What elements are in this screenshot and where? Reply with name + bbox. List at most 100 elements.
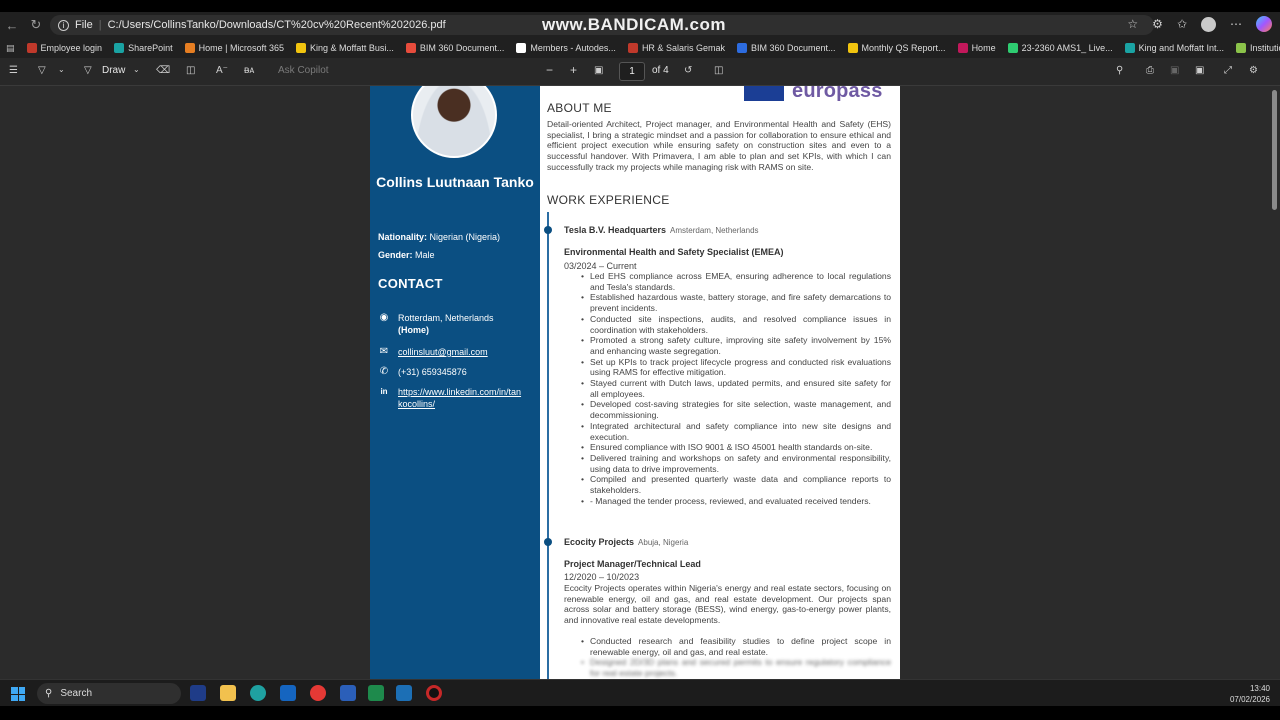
location-pin-icon: ◉ [379,312,389,323]
system-clock[interactable]: 13:40 07/02/2026 [1230,683,1270,705]
highlight-icon[interactable]: ▽ [38,65,46,76]
bookmark-label: Members - Autodes... [530,43,616,53]
bookmark-item[interactable]: Members - Autodes... [516,43,616,53]
bookmark-item[interactable]: HR & Salaris Gemak [627,43,725,53]
timeline-dot [544,538,552,546]
cv-name: Collins Luutnaan Tanko [376,174,534,190]
chrome-icon[interactable] [310,685,326,701]
draw-dropdown-icon[interactable]: ⌄ [133,65,140,74]
bookmark-item[interactable]: Home [957,43,996,53]
taskbar-search[interactable]: ⚲ Search [37,683,181,704]
back-icon[interactable]: ← [0,18,24,33]
bookmark-favicon-icon [184,43,195,53]
contact-heading: CONTACT [378,276,443,291]
bullet-item: Led EHS compliance across EMEA, ensuring… [581,271,891,292]
draw-button[interactable]: Draw [102,65,125,76]
settings-gear-icon[interactable]: ⚙ [1249,65,1258,76]
store-icon[interactable] [396,685,412,701]
europass-logo: europass [744,86,883,103]
file-explorer-icon[interactable] [220,685,236,701]
info-icon[interactable]: i [58,19,69,31]
top-letterbox [0,0,1280,12]
browser-actions: ☆ ⚙ ✩ ⋯ [1127,16,1272,32]
bookmark-favicon-icon [957,43,968,53]
bookmark-item[interactable]: BIM 360 Document... [405,43,504,53]
bookmark-favicon-icon [405,43,416,53]
contact-linkedin[interactable]: in https://www.linkedin.com/in/tankocoll… [378,386,522,410]
page-view-icon[interactable]: ◫ [714,65,723,76]
bookmark-item[interactable]: Institutions - anabin... [1236,43,1280,53]
draw-icon[interactable]: ▽ [84,65,92,76]
bookmark-favicon-icon [627,43,638,53]
bookmark-favicon-icon [295,43,306,53]
bullet-item: Compiled and presented quarterly waste d… [581,474,891,495]
timeline-line [544,212,552,679]
page-total: of 4 [652,65,669,76]
eu-flag-icon [744,86,784,101]
contents-icon[interactable]: ☰ [9,65,18,76]
task-manager-icon[interactable] [190,685,206,701]
scrollbar-thumb[interactable] [1272,90,1277,210]
bandicam-record-icon[interactable] [426,685,442,701]
search-pdf-icon[interactable]: ⚲ [1116,65,1123,76]
search-icon: ⚲ [45,688,53,699]
bookmark-item[interactable]: 23-2360 AMS1_ Live... [1007,43,1113,53]
bookmark-label: HR & Salaris Gemak [641,43,725,53]
highlight-dropdown-icon[interactable]: ⌄ [58,65,65,74]
outlook-icon[interactable] [280,685,296,701]
bookmark-item[interactable]: BIM 360 Document... [736,43,836,53]
bullet-item: Conducted research and feasibility studi… [581,636,891,657]
bullet-item: Designed 2D/3D plans and secured permits… [581,657,891,678]
more-menu-icon[interactable]: ⋯ [1230,17,1242,31]
rotate-icon[interactable]: ↺ [684,65,692,76]
job2-company: Ecocity Projects Abuja, Nigeria [564,537,689,547]
bookmark-item[interactable]: King & Moffatt Busi... [295,43,394,53]
pdf-toolbar: ☰ ▽ ⌄ ▽ Draw ⌄ ⌫ ◫ A⁻ ᴃᴀ Ask Copilot − +… [0,58,1280,86]
copilot-icon[interactable] [1256,16,1272,32]
bookmarks-icon[interactable]: ▤ [6,43,15,54]
fit-page-icon[interactable]: ▣ [594,65,603,76]
save-as-icon[interactable]: ▣ [1195,65,1204,76]
bookmark-item[interactable]: Monthly QS Report... [847,43,946,53]
eraser-icon[interactable]: ⌫ [156,65,170,76]
excel-icon[interactable] [368,685,384,701]
bullet-item: Developed cost-saving strategies for sit… [581,399,891,420]
favorite-star-icon[interactable]: ☆ [1127,17,1138,31]
translate-icon[interactable]: ᴃᴀ [244,65,254,76]
bookmark-label: 23-2360 AMS1_ Live... [1021,43,1113,53]
vertical-scrollbar[interactable] [1270,86,1280,679]
save-icon[interactable]: ▣ [1170,65,1179,76]
zoom-in-icon[interactable]: + [570,63,577,77]
bookmark-item[interactable]: Employee login [26,43,103,53]
read-aloud-icon[interactable]: A⁻ [216,65,228,76]
bookmark-item[interactable]: King and Moffatt Int... [1124,43,1224,53]
bookmark-item[interactable]: Home | Microsoft 365 [184,43,284,53]
page-number-input[interactable]: 1 [619,62,645,81]
windows-start-icon[interactable] [11,687,25,701]
word-icon[interactable] [340,685,356,701]
bullet-item: Delivered training and workshops on safe… [581,453,891,474]
refresh-icon[interactable]: ↻ [24,17,48,33]
pdf-viewport[interactable]: Collins Luutnaan Tanko Nationality: Nige… [0,86,1280,679]
zoom-out-icon[interactable]: − [546,63,553,77]
file-label: File [75,19,93,31]
favorites-icon[interactable]: ✩ [1177,17,1187,31]
work-heading: WORK EXPERIENCE [547,193,670,207]
text-box-icon[interactable]: ◫ [186,65,195,76]
ask-copilot-button[interactable]: Ask Copilot [278,65,329,76]
bookmark-label: Monthly QS Report... [861,43,946,53]
print-icon[interactable]: ⎙ [1146,65,1154,76]
fullscreen-icon[interactable]: ⤢ [1224,65,1232,76]
bookmark-label: Employee login [40,43,103,53]
search-placeholder: Search [60,688,93,699]
profile-photo [411,86,497,158]
contact-email[interactable]: ✉ collinsluut@gmail.com [378,346,488,358]
profile-avatar[interactable] [1201,16,1216,32]
job1-role: Environmental Health and Safety Speciali… [564,247,784,257]
bullet-item: Promoted a strong safety culture, improv… [581,335,891,356]
job1-dates: 03/2024 – Current [564,261,637,271]
bookmark-item[interactable]: SharePoint [114,43,173,53]
extensions-icon[interactable]: ⚙ [1152,17,1163,31]
job1-company: Tesla B.V. Headquarters Amsterdam, Nether… [564,225,759,235]
edge-browser-icon[interactable] [250,685,266,701]
